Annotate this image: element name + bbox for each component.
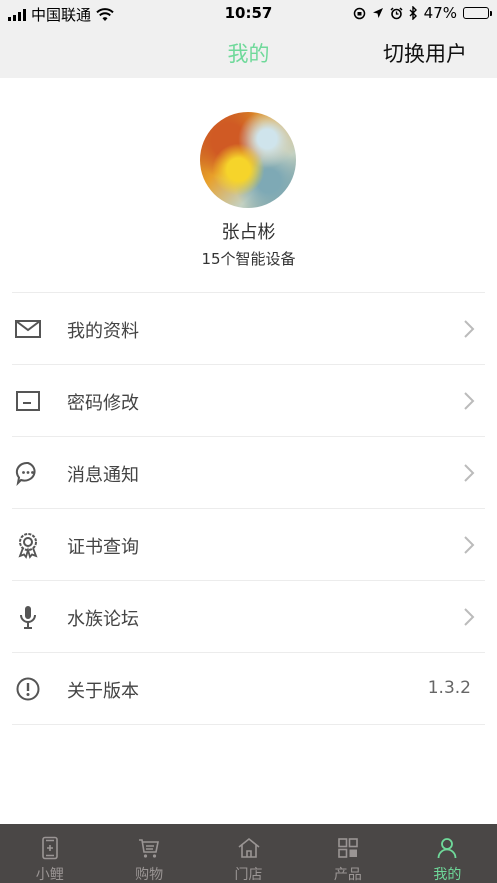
tab-label: 我的	[433, 867, 462, 883]
chevron-right-icon	[464, 608, 475, 626]
profile-header: 张占彬 15个智能设备	[0, 78, 497, 292]
mail-icon	[15, 320, 41, 338]
menu-item-password[interactable]: 密码修改	[12, 365, 485, 437]
password-icon	[16, 391, 40, 411]
avatar[interactable]	[200, 112, 296, 208]
chevron-right-icon	[464, 392, 475, 410]
menu-label: 关于版本	[67, 681, 139, 702]
version-number: 1.3.2	[427, 678, 471, 698]
tab-mine[interactable]: 我的	[398, 824, 497, 883]
menu-label: 密码修改	[67, 393, 139, 414]
battery-icon	[463, 7, 492, 19]
tab-bar: 小鲤 购物 门店 产品 我的	[0, 824, 497, 883]
tab-shopping[interactable]: 购物	[99, 824, 198, 883]
info-icon	[16, 677, 40, 701]
alarm-icon	[390, 6, 403, 19]
status-right: 47%	[353, 4, 492, 22]
chevron-right-icon	[464, 320, 475, 338]
battery-percent: 47%	[423, 4, 457, 22]
microphone-icon	[20, 606, 36, 629]
badge-icon	[18, 533, 38, 559]
menu-item-certificate[interactable]: 证书查询	[12, 509, 485, 581]
menu-label: 消息通知	[67, 465, 139, 486]
menu-list: 我的资料 密码修改 消息通知 证书查询 水族论坛 关于版本 1.3.2	[12, 292, 485, 725]
tab-label: 门店	[234, 867, 263, 883]
chevron-right-icon	[464, 464, 475, 482]
menu-label: 证书查询	[67, 537, 139, 558]
chat-bubble-icon	[15, 461, 36, 486]
status-bar: 中国联通 10:57 47%	[0, 0, 497, 28]
tab-store[interactable]: 门店	[199, 824, 298, 883]
tab-label: 产品	[333, 867, 362, 883]
menu-item-about[interactable]: 关于版本 1.3.2	[12, 653, 485, 725]
tab-label: 购物	[135, 867, 164, 883]
device-count: 15个智能设备	[201, 250, 296, 268]
menu-label: 水族论坛	[67, 609, 139, 630]
home-icon	[238, 837, 260, 858]
bluetooth-icon	[409, 6, 417, 20]
user-icon	[437, 838, 457, 859]
cart-icon	[139, 839, 160, 858]
tab-label: 小鲤	[35, 867, 64, 883]
user-name: 张占彬	[221, 222, 276, 243]
tab-xiaoli[interactable]: 小鲤	[0, 824, 99, 883]
menu-item-forum[interactable]: 水族论坛	[12, 581, 485, 653]
chevron-right-icon	[464, 536, 475, 554]
menu-item-profile[interactable]: 我的资料	[12, 293, 485, 365]
nav-bar: 我的 切换用户	[0, 28, 497, 78]
location-icon	[372, 8, 383, 18]
phone-plus-icon	[41, 836, 58, 860]
rotation-lock-icon	[353, 7, 365, 19]
menu-item-notifications[interactable]: 消息通知	[12, 437, 485, 509]
menu-label: 我的资料	[67, 321, 139, 342]
tab-products[interactable]: 产品	[298, 824, 397, 883]
grid-icon	[338, 838, 358, 858]
switch-user-button[interactable]: 切换用户	[383, 38, 467, 68]
